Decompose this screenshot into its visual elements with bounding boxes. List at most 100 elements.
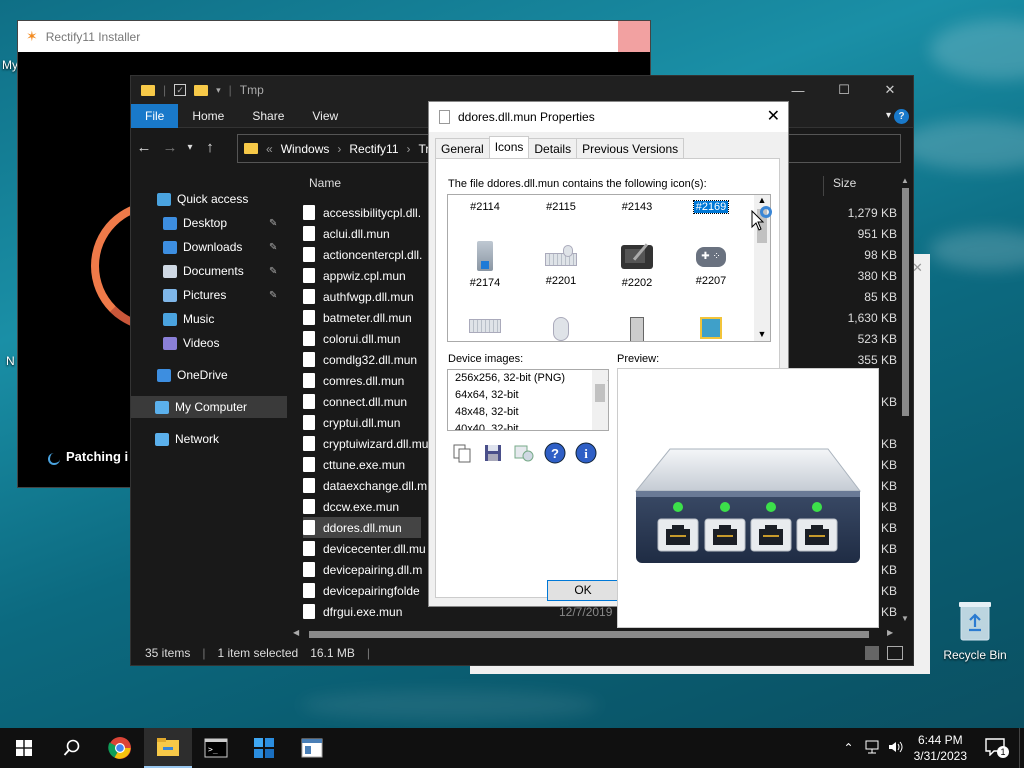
- nav-item-videos[interactable]: Videos: [131, 332, 287, 354]
- show-desktop-button[interactable]: [1019, 728, 1024, 768]
- quick-access-dropdown-icon[interactable]: ▾: [216, 85, 221, 96]
- device-image-256[interactable]: 256x256, 32-bit (PNG): [448, 370, 608, 387]
- nav-item-quick-access[interactable]: Quick access: [131, 188, 287, 210]
- vertical-scroll-thumb[interactable]: [902, 188, 909, 416]
- save-icon[interactable]: [482, 442, 504, 464]
- minimize-button[interactable]: —: [775, 76, 821, 104]
- close-button[interactable]: ✕: [867, 76, 913, 104]
- system-tray: ⌃ 6:44 PM 3/31/2023 1: [844, 728, 1024, 768]
- tray-overflow-icon[interactable]: ⌃: [844, 741, 854, 755]
- device-image-64[interactable]: 64x64, 32-bit: [448, 387, 608, 404]
- horizontal-scrollbar[interactable]: ◀ ▶: [291, 628, 901, 640]
- icon-item-2115[interactable]: #2115: [526, 201, 596, 213]
- scroll-down-icon[interactable]: ▼: [901, 614, 909, 623]
- ok-button[interactable]: OK: [547, 580, 619, 601]
- device-images-list[interactable]: 256x256, 32-bit (PNG) 64x64, 32-bit 48x4…: [447, 369, 609, 431]
- new-folder-icon[interactable]: [194, 84, 209, 96]
- icon-item-2169[interactable]: #2169: [676, 200, 746, 214]
- up-button[interactable]: ↑: [197, 139, 223, 156]
- search-button[interactable]: [48, 728, 96, 768]
- column-header-size[interactable]: Size: [833, 176, 856, 194]
- info-icon[interactable]: i: [575, 442, 597, 464]
- ribbon-tab-view[interactable]: View: [298, 104, 352, 128]
- file-icon: [303, 541, 315, 556]
- network-icon[interactable]: [864, 740, 880, 757]
- icon-item-2143[interactable]: #2143: [602, 201, 672, 213]
- pin-icon[interactable]: ✎: [269, 266, 277, 277]
- ribbon-tab-share[interactable]: Share: [238, 104, 298, 128]
- scroll-up-icon[interactable]: ▲: [901, 176, 909, 185]
- properties-check-icon[interactable]: ✓: [174, 84, 187, 96]
- explorer-titlebar[interactable]: | ✓ ▾ | Tmp — ☐ ✕: [131, 76, 913, 104]
- notification-center-icon[interactable]: 1: [985, 737, 1009, 759]
- scroll-down-icon[interactable]: ▼: [754, 329, 770, 339]
- keyboard-icon: [450, 315, 520, 337]
- horizontal-scroll-thumb[interactable]: [309, 631, 869, 638]
- breadcrumb-windows[interactable]: Windows: [281, 142, 330, 156]
- tab-icons[interactable]: Icons: [488, 136, 530, 159]
- icon-item-2201[interactable]: #2201: [526, 241, 596, 287]
- copy-icon[interactable]: [451, 442, 473, 464]
- extract-all-icon[interactable]: [513, 442, 535, 464]
- recycle-bin[interactable]: Recycle Bin: [940, 600, 1010, 662]
- desktop-icon-label-my[interactable]: My: [2, 58, 18, 72]
- installer-close-button[interactable]: [618, 21, 650, 52]
- help-icon[interactable]: ?: [544, 442, 566, 464]
- device-images-scrollbar[interactable]: ▲ ▼: [592, 370, 608, 430]
- icon-item-2174[interactable]: #2174: [450, 241, 520, 289]
- nav-item-music[interactable]: Music: [131, 308, 287, 330]
- ribbon-expand-icon[interactable]: ▾: [886, 104, 891, 128]
- vertical-scrollbar[interactable]: ▲ ▼: [899, 176, 911, 628]
- nav-item-label: Network: [175, 432, 220, 446]
- scroll-left-icon[interactable]: ◀: [293, 628, 299, 637]
- column-divider[interactable]: [823, 176, 824, 196]
- nav-item-pictures[interactable]: Pictures ✎: [131, 284, 287, 306]
- forward-button[interactable]: →: [157, 139, 183, 156]
- recent-locations-button[interactable]: ▾: [183, 142, 197, 153]
- installer-titlebar[interactable]: ✶ Rectify11 Installer: [18, 21, 650, 52]
- back-button[interactable]: ←: [131, 139, 157, 156]
- start-button[interactable]: [0, 728, 48, 768]
- pin-icon[interactable]: ✎: [269, 242, 277, 253]
- help-icon[interactable]: ?: [894, 109, 909, 124]
- icon-item-2207[interactable]: ✚ ⁘ #2207: [676, 241, 746, 287]
- busy-cursor-icon: [760, 206, 772, 218]
- icons-contains-text: The file ddores.dll.mun contains the fol…: [448, 178, 707, 190]
- file-name: devicepairing.dll.m: [323, 562, 423, 577]
- rectify-app-taskbar-icon[interactable]: [240, 728, 288, 768]
- icon-list[interactable]: #2114 #2115 #2143 #2169 #2174 #2201 #220…: [447, 194, 771, 342]
- file-row[interactable]: ddores.dll.mun 0 KB: [303, 517, 897, 538]
- ribbon-tab-file[interactable]: File: [131, 103, 179, 128]
- scroll-right-icon[interactable]: ▶: [887, 628, 893, 637]
- nav-item-network[interactable]: Network: [131, 428, 287, 450]
- pin-icon[interactable]: ✎: [269, 218, 277, 229]
- scroll-up-icon[interactable]: ▲: [754, 195, 770, 205]
- large-icons-view-button[interactable]: [887, 646, 903, 660]
- installer-status-text: Patching i: [66, 449, 129, 464]
- nav-item-downloads[interactable]: Downloads ✎: [131, 236, 287, 258]
- device-image-48[interactable]: 48x48, 32-bit: [448, 404, 608, 421]
- chrome-taskbar-icon[interactable]: [96, 728, 144, 768]
- properties-close-button[interactable]: ✕: [767, 106, 780, 126]
- terminal-taskbar-icon[interactable]: >_: [192, 728, 240, 768]
- nav-item-documents[interactable]: Documents ✎: [131, 260, 287, 282]
- maximize-button[interactable]: ☐: [821, 76, 867, 104]
- pin-icon[interactable]: ✎: [269, 290, 277, 301]
- icon-item-2202[interactable]: #2202: [602, 241, 672, 289]
- device-image-40[interactable]: 40x40, 32-bit: [448, 421, 608, 430]
- ribbon-tab-home[interactable]: Home: [178, 104, 238, 128]
- file-explorer-taskbar-icon[interactable]: [144, 728, 192, 768]
- nav-item-my-computer[interactable]: My Computer: [131, 396, 287, 418]
- nav-item-desktop[interactable]: Desktop ✎: [131, 212, 287, 234]
- desktop-icon-label-n[interactable]: N: [6, 354, 15, 368]
- details-view-button[interactable]: [865, 646, 879, 660]
- properties-titlebar[interactable]: ddores.dll.mun Properties: [429, 102, 788, 132]
- clock[interactable]: 6:44 PM 3/31/2023: [914, 732, 967, 764]
- download-icon: [163, 240, 177, 254]
- icon-item-2114[interactable]: #2114: [450, 201, 520, 213]
- breadcrumb-rectify11[interactable]: Rectify11: [349, 142, 398, 156]
- nav-item-onedrive[interactable]: OneDrive: [131, 364, 287, 386]
- window-app-taskbar-icon[interactable]: [288, 728, 336, 768]
- volume-icon[interactable]: [888, 740, 904, 757]
- column-header-name[interactable]: Name: [309, 176, 341, 194]
